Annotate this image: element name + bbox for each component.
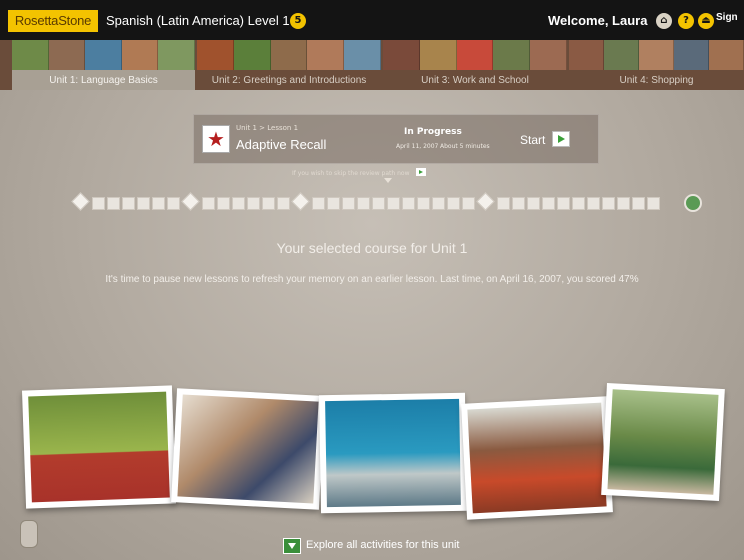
unit-photo-tiles bbox=[383, 40, 567, 70]
path-pointer-icon bbox=[384, 178, 392, 183]
path-milestone-icon[interactable] bbox=[181, 192, 200, 211]
path-lesson-step[interactable] bbox=[247, 197, 260, 210]
lesson-breadcrumb: Unit 1 > Lesson 1 bbox=[236, 124, 299, 132]
path-lesson-step[interactable] bbox=[152, 197, 165, 210]
photo-cup-picnic bbox=[607, 389, 719, 495]
path-lesson-step[interactable] bbox=[497, 197, 510, 210]
path-lesson-step[interactable] bbox=[167, 197, 180, 210]
unit-photo-tiles bbox=[569, 40, 744, 70]
lesson-title: Adaptive Recall bbox=[236, 137, 327, 152]
path-lesson-step[interactable] bbox=[512, 197, 525, 210]
lesson-date: April 11, 2007 bbox=[396, 143, 439, 150]
path-lesson-step[interactable] bbox=[632, 197, 645, 210]
path-lesson-step[interactable] bbox=[342, 197, 355, 210]
path-lesson-step[interactable] bbox=[417, 197, 430, 210]
unit-tab-1[interactable]: Unit 1: Language Basics bbox=[12, 40, 195, 90]
course-level-icon[interactable]: 5 bbox=[290, 13, 306, 29]
skip-review-text: If you wish to skip the review path now bbox=[292, 170, 410, 177]
path-lesson-step[interactable] bbox=[327, 197, 340, 210]
top-bar: RosettaStone Spanish (Latin America) Lev… bbox=[0, 0, 744, 40]
path-lesson-step[interactable] bbox=[462, 197, 475, 210]
start-label[interactable]: Start bbox=[520, 133, 545, 147]
path-lesson-step[interactable] bbox=[262, 197, 275, 210]
path-milestone-icon[interactable] bbox=[476, 192, 495, 211]
lesson-path-track bbox=[71, 192, 702, 212]
path-lesson-step[interactable] bbox=[602, 197, 615, 210]
signout-icon[interactable]: ⏏ bbox=[698, 13, 714, 29]
path-lesson-step[interactable] bbox=[217, 197, 230, 210]
welcome-text: Welcome, Laura bbox=[548, 13, 648, 28]
path-lesson-step[interactable] bbox=[572, 197, 585, 210]
course-title: Spanish (Latin America) Level 1 bbox=[106, 13, 290, 28]
path-lesson-step[interactable] bbox=[557, 197, 570, 210]
path-lesson-step[interactable] bbox=[232, 197, 245, 210]
path-lesson-step[interactable] bbox=[542, 197, 555, 210]
rosetta-stone-logo: RosettaStone bbox=[8, 10, 98, 32]
lesson-photo-1[interactable] bbox=[21, 385, 177, 509]
path-lesson-step[interactable] bbox=[402, 197, 415, 210]
path-lesson-step[interactable] bbox=[202, 197, 215, 210]
unit-photo-tiles bbox=[12, 40, 195, 70]
unit-tab-2[interactable]: Unit 2: Greetings and Introductions bbox=[197, 40, 381, 90]
path-lesson-step[interactable] bbox=[277, 197, 290, 210]
path-lesson-step[interactable] bbox=[122, 197, 135, 210]
path-milestone-icon[interactable] bbox=[291, 192, 310, 211]
lesson-photo-5[interactable] bbox=[601, 382, 725, 502]
start-button[interactable] bbox=[552, 131, 570, 147]
photo-diver-fish bbox=[325, 398, 461, 508]
explore-activities-button[interactable] bbox=[283, 538, 301, 554]
path-lesson-step[interactable] bbox=[617, 197, 630, 210]
path-lesson-step[interactable] bbox=[312, 197, 325, 210]
lesson-status: In Progress bbox=[404, 127, 462, 137]
path-end-icon[interactable] bbox=[684, 194, 702, 212]
path-lesson-step[interactable] bbox=[107, 197, 120, 210]
path-milestone-icon[interactable] bbox=[71, 192, 90, 211]
path-lesson-step[interactable] bbox=[432, 197, 445, 210]
lesson-photo-4[interactable] bbox=[461, 396, 613, 520]
skip-review-button[interactable] bbox=[416, 168, 426, 176]
home-icon[interactable]: ⌂ bbox=[656, 13, 672, 29]
path-lesson-step[interactable] bbox=[587, 197, 600, 210]
unit-tab-label: Unit 3: Work and School bbox=[421, 75, 529, 86]
path-lesson-step[interactable] bbox=[387, 197, 400, 210]
unit-description: It's time to pause new lessons to refres… bbox=[105, 274, 639, 285]
path-lesson-step[interactable] bbox=[527, 197, 540, 210]
units-strip: Unit 1: Language Basics Unit 2: Greeting… bbox=[0, 40, 744, 90]
unit-tab-label: Unit 4: Shopping bbox=[619, 75, 694, 86]
star-icon: ★ bbox=[202, 125, 230, 153]
photo-girl-grass bbox=[28, 391, 170, 503]
path-lesson-step[interactable] bbox=[357, 197, 370, 210]
photo-group-friends bbox=[467, 402, 607, 514]
path-lesson-step[interactable] bbox=[372, 197, 385, 210]
unit-tab-4[interactable]: Unit 4: Shopping bbox=[569, 40, 744, 90]
unit-tab-3[interactable]: Unit 3: Work and School bbox=[383, 40, 567, 90]
help-icon[interactable]: ? bbox=[678, 13, 694, 29]
lesson-duration: About 5 minutes bbox=[440, 143, 490, 150]
unit-photo-tiles bbox=[197, 40, 381, 70]
unit-tab-label: Unit 1: Language Basics bbox=[49, 75, 158, 86]
path-lesson-step[interactable] bbox=[447, 197, 460, 210]
lesson-photo-2[interactable] bbox=[171, 388, 325, 510]
explore-activities-label[interactable]: Explore all activities for this unit bbox=[306, 539, 459, 551]
path-lesson-step[interactable] bbox=[647, 197, 660, 210]
path-lesson-step[interactable] bbox=[92, 197, 105, 210]
trash-icon[interactable] bbox=[20, 520, 38, 548]
path-lesson-step[interactable] bbox=[137, 197, 150, 210]
unit-tab-label: Unit 2: Greetings and Introductions bbox=[211, 75, 367, 86]
lesson-photo-3[interactable] bbox=[318, 392, 468, 514]
photo-students-reading bbox=[177, 394, 319, 504]
unit-heading: Your selected course for Unit 1 bbox=[276, 240, 468, 256]
signout-link[interactable]: Sign bbox=[716, 12, 738, 23]
lesson-card: ★ Unit 1 > Lesson 1 Adaptive Recall In P… bbox=[193, 114, 599, 164]
